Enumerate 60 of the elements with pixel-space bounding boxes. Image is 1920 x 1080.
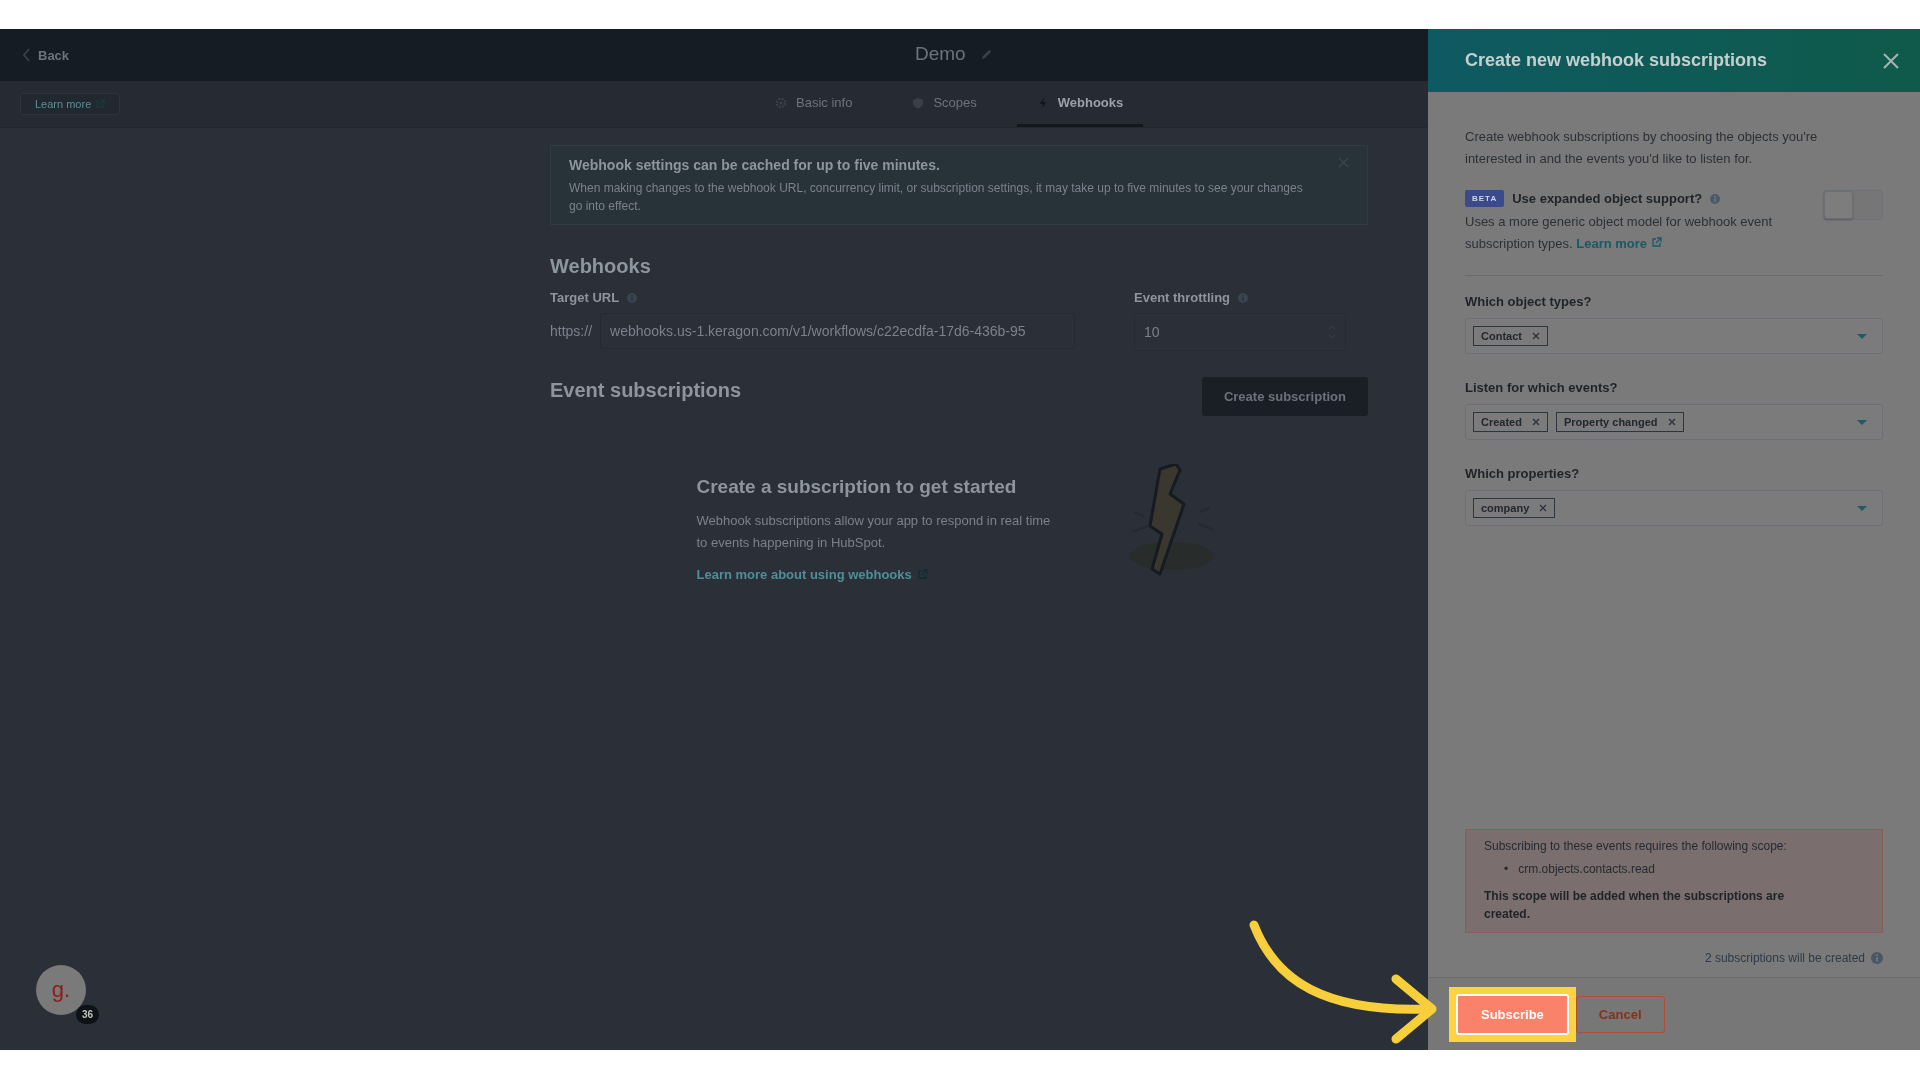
- dropdown-caret-icon[interactable]: [1857, 419, 1867, 425]
- close-icon[interactable]: [1883, 52, 1899, 69]
- app-title: Demo: [915, 43, 966, 65]
- learn-more-link[interactable]: Learn more: [1576, 236, 1663, 251]
- notice-note: This scope will be added when the subscriptions are created.: [1484, 888, 1786, 923]
- toggle-switch[interactable]: [1823, 190, 1883, 220]
- dropdown-caret-icon[interactable]: [1857, 505, 1867, 511]
- beta-badge: BETA: [1465, 190, 1505, 207]
- url-input-field[interactable]: webhooks.us-1.keragon.com/v1/workflows/c22ecdfa-17d6-436b-95: [600, 313, 1076, 349]
- nav-tab[interactable]: Basic info: [755, 81, 873, 127]
- subscribe-button[interactable]: Subscribe: [1456, 993, 1569, 1035]
- info-icon: [1238, 292, 1249, 303]
- alert-message: When making changes to the webhook URL, concurrency limit, or subscription settings, it may take up to five minutes to see your changes go into effect.: [569, 180, 1304, 215]
- multi-select-field[interactable]: Contact: [1465, 318, 1883, 354]
- pencil-icon[interactable]: [979, 47, 993, 61]
- subscription-count: 2 subscriptions will be created: [1704, 951, 1865, 965]
- url-prefix: https://: [550, 323, 593, 339]
- info-icon: [1710, 193, 1721, 204]
- dropdown-caret-icon[interactable]: [1857, 333, 1867, 339]
- nav-tab[interactable]: Scopes: [892, 81, 997, 127]
- notification-badge: 36: [76, 1005, 100, 1024]
- learn-more-button[interactable]: Learn more: [20, 93, 121, 115]
- multi-select-field[interactable]: company: [1465, 490, 1883, 526]
- alert-title: Webhook settings can be cached for up to five minutes.: [569, 157, 941, 173]
- external-link-icon: [1651, 237, 1663, 248]
- field-label: Listen for which events?: [1465, 380, 1619, 395]
- number-input-field[interactable]: 10: [1134, 313, 1346, 351]
- empty-state-title: Create a subscription to get started: [696, 476, 1018, 498]
- multi-select-field[interactable]: Created Property changed: [1465, 404, 1883, 440]
- remove-icon[interactable]: [1539, 504, 1548, 512]
- option-description: Uses a more generic object model for webhook event subscription types. Learn more: [1465, 213, 1774, 253]
- section-heading: Event subscriptions: [550, 379, 742, 402]
- chevron-left-icon: [22, 48, 31, 62]
- field-label: Which object types?: [1465, 294, 1593, 309]
- notice-text: Subscribing to these events requires the following scope:: [1484, 839, 1788, 853]
- create-subscription-button[interactable]: Create subscription: [1201, 377, 1368, 416]
- field-label: Target URL: [550, 290, 620, 305]
- selected-tag[interactable]: Property changed: [1555, 412, 1684, 432]
- back-link[interactable]: Back: [22, 47, 70, 63]
- empty-state-text: Webhook subscriptions allow your app to respond in real time to events happening in HubSpot.: [696, 512, 1052, 552]
- option-label: Use expanded object support?: [1512, 191, 1703, 206]
- scope-item: crm.objects.contacts.read: [1518, 861, 1655, 877]
- selected-tag[interactable]: Created: [1473, 412, 1548, 432]
- panel-title: Create new webhook subscriptions: [1465, 50, 1768, 71]
- external-link-icon: [916, 569, 928, 580]
- nav-tab[interactable]: Webhooks: [1016, 81, 1144, 127]
- remove-icon[interactable]: [1667, 418, 1676, 426]
- section-heading: Webhooks: [550, 255, 652, 278]
- info-icon: [627, 292, 638, 303]
- field-label: Event throttling: [1134, 290, 1231, 305]
- remove-icon[interactable]: [1531, 418, 1540, 426]
- intro-text: Create webhook subscriptions by choosing the objects you're interested in and the events you'd like to listen for.: [1465, 128, 1819, 168]
- bullet: •: [1504, 861, 1509, 877]
- cancel-button[interactable]: Cancel: [1575, 995, 1665, 1033]
- selected-tag[interactable]: Contact: [1473, 326, 1548, 346]
- field-label: Which properties?: [1465, 466, 1581, 481]
- selected-tag[interactable]: company: [1473, 498, 1556, 518]
- info-icon: [1871, 952, 1883, 964]
- remove-icon[interactable]: [1531, 332, 1540, 340]
- learn-more-link[interactable]: Learn more about using webhooks: [696, 567, 1052, 582]
